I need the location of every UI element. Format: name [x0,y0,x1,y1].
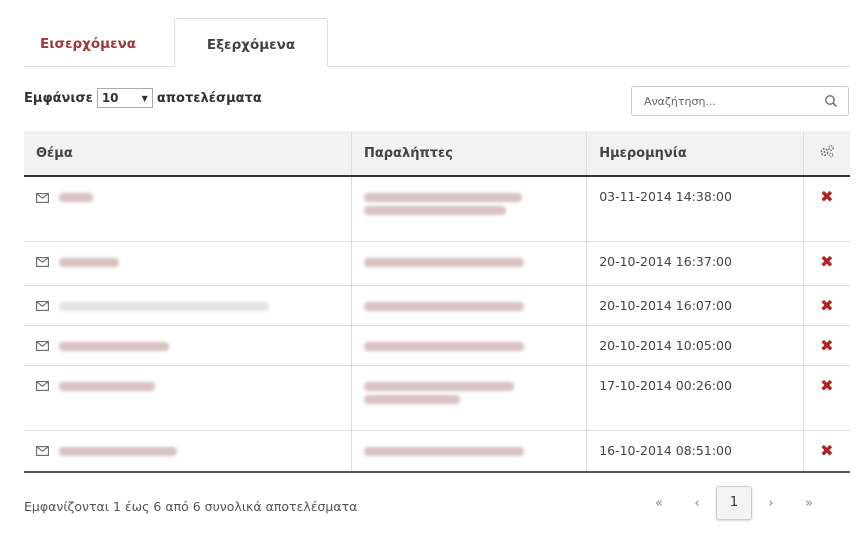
show-label: Εμφάνισε [24,90,93,106]
subject-cell[interactable] [24,364,352,430]
recipients-cell [351,429,588,473]
recipient-redacted [363,193,522,202]
delete-cell: ✖ [803,175,850,241]
subject-redacted [58,381,155,391]
last-page-button[interactable]: » [790,496,828,511]
recipients-cell [351,284,588,325]
table-row[interactable]: 20-10-2014 16:07:00 ✖ [24,284,850,325]
date-cell: 03-11-2014 14:38:00 [586,175,804,241]
recipients-cell [351,324,588,365]
recipient-redacted [363,257,524,267]
envelope-icon [36,381,49,391]
recipients-cell [351,240,588,285]
subject-cell[interactable] [24,324,352,365]
gears-icon [820,145,834,158]
subject-cell[interactable] [24,175,352,241]
delete-cell: ✖ [803,284,850,325]
recipient-redacted [363,381,514,391]
subject-redacted [58,446,177,456]
recipient-redacted [363,206,506,215]
date-cell: 16-10-2014 08:51:00 [586,429,804,473]
subject-cell[interactable] [24,284,352,325]
tab-inbox[interactable]: Εισερχόμενα [28,18,148,66]
recipient-redacted [363,446,524,456]
next-page-button[interactable]: › [752,496,790,511]
subject-redacted [58,341,169,351]
delete-icon[interactable]: ✖ [820,441,833,460]
envelope-icon [36,257,49,267]
search-icon[interactable] [824,94,838,108]
pagination: « ‹ 1 › » [640,486,828,520]
table-row[interactable]: 20-10-2014 16:37:00 ✖ [24,240,850,285]
tab-outbox[interactable]: Εξερχόμενα [174,18,328,67]
header-date[interactable]: Ημερομηνία [586,131,804,177]
subject-cell[interactable] [24,429,352,473]
dropdown-arrow-icon: ▼ [141,93,148,103]
page-size-value: 10 [101,91,119,105]
delete-icon[interactable]: ✖ [820,187,833,206]
recipient-redacted [363,394,460,404]
envelope-icon [36,341,49,351]
results-label: αποτελέσματα [156,90,262,106]
page-size-select[interactable]: 10 ▼ [96,88,153,108]
date-cell: 17-10-2014 00:26:00 [586,364,804,430]
recipient-redacted [363,341,524,351]
date-cell: 20-10-2014 16:37:00 [586,240,804,285]
envelope-icon [36,192,49,203]
table-row[interactable]: 03-11-2014 14:38:00 ✖ [24,175,850,241]
table-row[interactable]: 20-10-2014 10:05:00 ✖ [24,324,850,365]
header-recipients[interactable]: Παραλήπτες [351,131,588,177]
subject-redacted [58,257,119,267]
page-size-control: Εμφάνισε 10 ▼ αποτελέσματα [24,88,262,108]
header-subject[interactable]: Θέμα [24,131,352,177]
delete-cell: ✖ [803,364,850,430]
delete-cell: ✖ [803,240,850,285]
header-settings [803,131,850,177]
delete-icon[interactable]: ✖ [820,296,833,315]
search-box [631,86,849,116]
date-cell: 20-10-2014 10:05:00 [586,324,804,365]
search-input[interactable] [642,93,824,109]
table-row[interactable]: 17-10-2014 00:26:00 ✖ [24,364,850,430]
delete-cell: ✖ [803,324,850,365]
table-header-row: Θέμα Παραλήπτες Ημερομηνία [24,131,850,177]
first-page-button[interactable]: « [640,496,678,511]
subject-cell[interactable] [24,240,352,285]
delete-icon[interactable]: ✖ [820,336,833,355]
subject-redacted [58,301,269,311]
delete-cell: ✖ [803,429,850,473]
page-1-button[interactable]: 1 [716,486,752,520]
messages-table: Θέμα Παραλήπτες Ημερομηνία 03-11-2014 14… [24,131,850,473]
subject-redacted [58,193,93,202]
results-info: Εμφανίζονται 1 έως 6 από 6 συνολικά αποτ… [24,499,358,514]
mail-tabs: Εισερχόμενα Εξερχόμενα [24,18,850,67]
table-row[interactable]: 16-10-2014 08:51:00 ✖ [24,429,850,473]
recipients-cell [351,175,588,241]
date-cell: 20-10-2014 16:07:00 [586,284,804,325]
envelope-icon [36,301,49,311]
delete-icon[interactable]: ✖ [820,252,833,271]
recipient-redacted [363,301,524,311]
recipients-cell [351,364,588,430]
delete-icon[interactable]: ✖ [820,376,833,395]
prev-page-button[interactable]: ‹ [678,496,716,511]
envelope-icon [36,446,49,456]
